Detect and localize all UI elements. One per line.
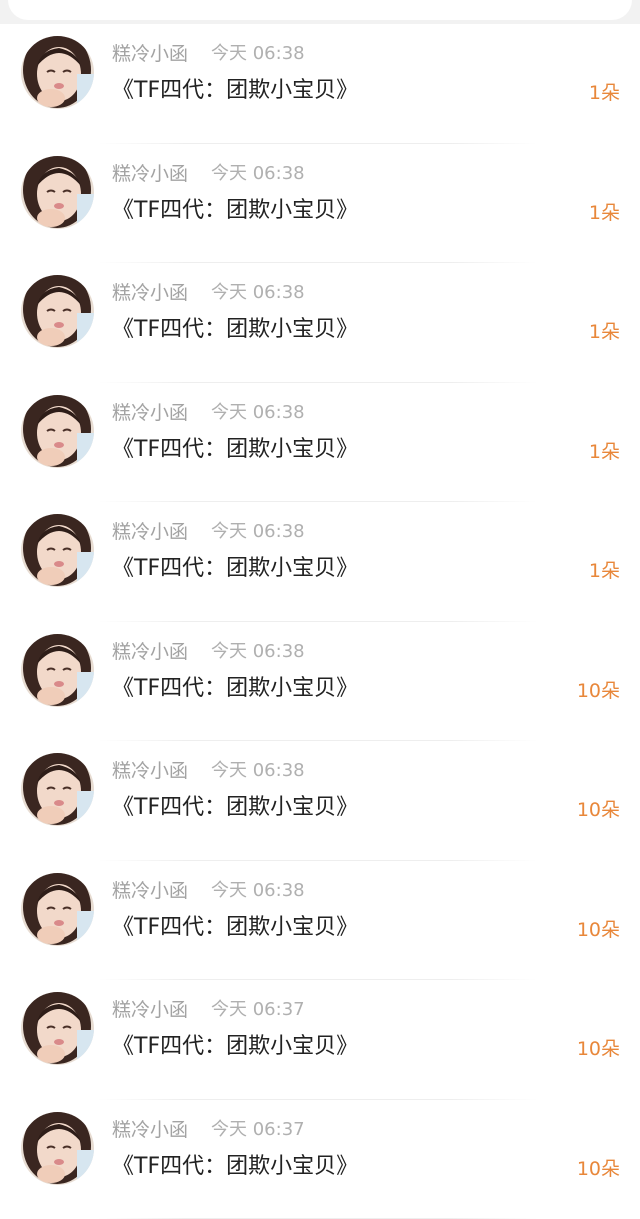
avatar-photo-icon: [21, 992, 94, 1065]
search-icon[interactable]: [26, 0, 38, 2]
avatar-photo-icon: [21, 873, 94, 946]
timestamp: 今天 06:38: [211, 640, 305, 664]
work-title[interactable]: 《TF四代：团欺小宝贝》: [112, 674, 358, 704]
work-title[interactable]: 《TF四代：团欺小宝贝》: [112, 1152, 358, 1182]
avatar-photo-icon: [21, 275, 94, 348]
user-name[interactable]: 糕冷小函: [112, 640, 188, 664]
avatar[interactable]: [21, 395, 94, 468]
work-title[interactable]: 《TF四代：团欺小宝贝》: [112, 435, 358, 465]
list-item[interactable]: 糕冷小函 今天 06:38 《TF四代：团欺小宝贝》 1朵: [0, 502, 640, 622]
timestamp: 今天 06:37: [211, 1118, 305, 1142]
list-item[interactable]: 糕冷小函 今天 06:38 《TF四代：团欺小宝贝》 10朵: [0, 622, 640, 742]
avatar[interactable]: [21, 634, 94, 707]
user-name[interactable]: 糕冷小函: [112, 1118, 188, 1142]
timestamp: 今天 06:38: [211, 520, 305, 544]
work-title[interactable]: 《TF四代：团欺小宝贝》: [112, 315, 358, 345]
avatar-photo-icon: [21, 1112, 94, 1185]
avatar[interactable]: [21, 514, 94, 587]
avatar[interactable]: [21, 753, 94, 826]
avatar[interactable]: [21, 1112, 94, 1185]
flower-count: 1朵: [589, 558, 620, 584]
avatar-photo-icon: [21, 634, 94, 707]
flower-count: 10朵: [577, 1036, 620, 1062]
timestamp: 今天 06:38: [211, 162, 305, 186]
list-item[interactable]: 糕冷小函 今天 06:38 《TF四代：团欺小宝贝》 1朵: [0, 24, 640, 144]
timestamp: 今天 06:38: [211, 281, 305, 305]
list-item[interactable]: 糕冷小函 今天 06:38 《TF四代：团欺小宝贝》 1朵: [0, 263, 640, 383]
timestamp: 今天 06:38: [211, 42, 305, 66]
timestamp: 今天 06:38: [211, 401, 305, 425]
list-item[interactable]: 糕冷小函 今天 06:38 《TF四代：团欺小宝贝》 1朵: [0, 383, 640, 503]
work-title[interactable]: 《TF四代：团欺小宝贝》: [112, 913, 358, 943]
user-name[interactable]: 糕冷小函: [112, 162, 188, 186]
user-name[interactable]: 糕冷小函: [112, 759, 188, 783]
flower-count: 10朵: [577, 917, 620, 943]
avatar[interactable]: [21, 36, 94, 109]
user-name[interactable]: 糕冷小函: [112, 520, 188, 544]
avatar-photo-icon: [21, 395, 94, 468]
work-title[interactable]: 《TF四代：团欺小宝贝》: [112, 1032, 358, 1062]
flower-count: 1朵: [589, 439, 620, 465]
work-title[interactable]: 《TF四代：团欺小宝贝》: [112, 196, 358, 226]
list-item[interactable]: 糕冷小函 今天 06:38 《TF四代：团欺小宝贝》 1朵: [0, 144, 640, 264]
user-name[interactable]: 糕冷小函: [112, 42, 188, 66]
avatar-photo-icon: [21, 514, 94, 587]
user-name[interactable]: 糕冷小函: [112, 998, 188, 1022]
avatar-photo-icon: [21, 753, 94, 826]
flower-count: 1朵: [589, 200, 620, 226]
timestamp: 今天 06:38: [211, 759, 305, 783]
timestamp: 今天 06:37: [211, 998, 305, 1022]
list-item[interactable]: 糕冷小函 今天 06:38 《TF四代：团欺小宝贝》 10朵: [0, 741, 640, 861]
user-name[interactable]: 糕冷小函: [112, 401, 188, 425]
avatar-photo-icon: [21, 156, 94, 229]
flower-count: 10朵: [577, 1156, 620, 1182]
avatar[interactable]: [21, 992, 94, 1065]
work-title[interactable]: 《TF四代：团欺小宝贝》: [112, 76, 358, 106]
flower-count: 10朵: [577, 797, 620, 823]
search-bar[interactable]: [8, 0, 632, 20]
timestamp: 今天 06:38: [211, 879, 305, 903]
user-name[interactable]: 糕冷小函: [112, 281, 188, 305]
list-item[interactable]: 糕冷小函 今天 06:38 《TF四代：团欺小宝贝》 10朵: [0, 861, 640, 981]
user-name[interactable]: 糕冷小函: [112, 879, 188, 903]
work-title[interactable]: 《TF四代：团欺小宝贝》: [112, 793, 358, 823]
top-bar: [0, 0, 640, 24]
avatar[interactable]: [21, 873, 94, 946]
work-title[interactable]: 《TF四代：团欺小宝贝》: [112, 554, 358, 584]
list-item[interactable]: 糕冷小函 今天 06:37 《TF四代：团欺小宝贝》 10朵: [0, 980, 640, 1100]
flower-count: 10朵: [577, 678, 620, 704]
gift-list: 糕冷小函 今天 06:38 《TF四代：团欺小宝贝》 1朵 糕冷小函 今天 06…: [0, 24, 640, 1215]
flower-count: 1朵: [589, 80, 620, 106]
avatar[interactable]: [21, 156, 94, 229]
avatar[interactable]: [21, 275, 94, 348]
flower-count: 1朵: [589, 319, 620, 345]
avatar-photo-icon: [21, 36, 94, 109]
list-item[interactable]: 糕冷小函 今天 06:37 《TF四代：团欺小宝贝》 10朵: [0, 1100, 640, 1219]
